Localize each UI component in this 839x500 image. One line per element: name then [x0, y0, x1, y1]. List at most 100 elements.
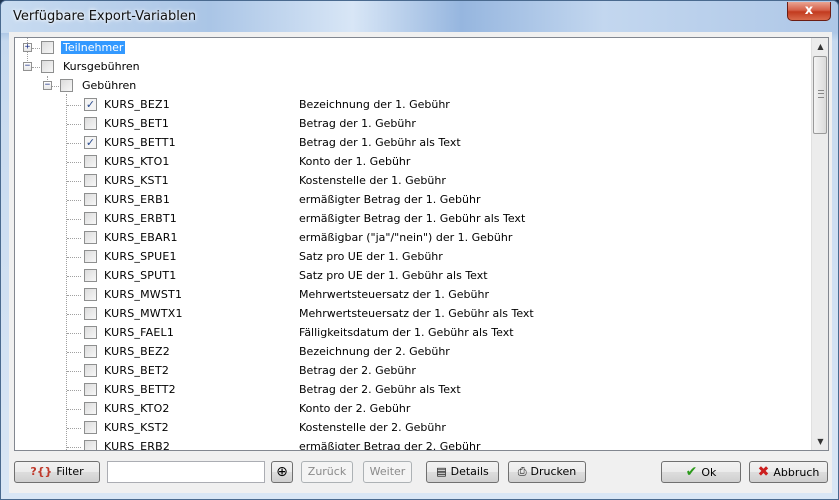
tree-node-label[interactable]: Gebühren: [82, 79, 136, 92]
variable-name: KURS_EBAR1: [104, 231, 178, 244]
cancel-button-label: Abbruch: [773, 466, 820, 479]
collapse-icon[interactable]: −: [23, 62, 32, 71]
tree-checkbox[interactable]: [84, 364, 97, 377]
tree-item-row[interactable]: KURS_ERB1 ermäßigter Betrag der 1. Gebühr: [15, 191, 811, 210]
expand-icon[interactable]: +: [23, 43, 32, 52]
tree-checkbox[interactable]: [84, 440, 97, 450]
variable-description: Mehrwertsteuersatz der 1. Gebühr: [299, 288, 489, 301]
tree-item-row[interactable]: KURS_BETT2 Betrag der 2. Gebühr als Text: [15, 381, 811, 400]
tree-checkbox[interactable]: [84, 307, 97, 320]
variable-description: ermäßigbar ("ja"/"nein") der 1. Gebühr: [299, 231, 513, 244]
tree-node-kursgebuehren[interactable]: − Kursgebühren: [15, 58, 811, 77]
tree-item-row[interactable]: KURS_FAEL1 Fälligkeitsdatum der 1. Gebühr…: [15, 324, 811, 343]
tree-checkbox[interactable]: [84, 326, 97, 339]
details-icon: ▤: [436, 465, 447, 478]
details-button-label: Details: [450, 465, 489, 478]
tree-item-row[interactable]: KURS_SPUT1 Satz pro UE der 1. Gebühr als …: [15, 267, 811, 286]
variable-name: KURS_BETT1: [104, 136, 176, 149]
tree-checkbox[interactable]: [84, 383, 97, 396]
filter-input[interactable]: [107, 461, 265, 483]
checked-checkbox[interactable]: ✓: [84, 136, 97, 149]
tree-item-row[interactable]: KURS_KST1 Kostenstelle der 1. Gebühr: [15, 172, 811, 191]
tree-item-row[interactable]: KURS_EBAR1 ermäßigbar ("ja"/"nein") der 1…: [15, 229, 811, 248]
tree-connector-h: [67, 143, 81, 144]
tree-checkbox[interactable]: [84, 193, 97, 206]
search-button[interactable]: ⊕: [271, 461, 293, 483]
tree-item-row[interactable]: KURS_BEZ2 Bezeichnung der 2. Gebühr: [15, 343, 811, 362]
window-title: Verfügbare Export-Variablen: [13, 9, 197, 24]
tree-connector-h: [32, 48, 40, 49]
ok-button-label: Ok: [701, 466, 717, 479]
tree-checkbox[interactable]: [84, 155, 97, 168]
tree-node-label[interactable]: Teilnehmer: [61, 41, 126, 54]
checked-checkbox[interactable]: ✓: [84, 98, 97, 111]
print-button[interactable]: ⎙ Drucken: [508, 461, 586, 483]
variable-description: Kostenstelle der 2. Gebühr: [299, 421, 446, 434]
tree-checkbox[interactable]: [60, 79, 73, 92]
tree-connector-h: [67, 333, 81, 334]
vertical-scrollbar[interactable]: ▲ ▼: [811, 38, 828, 450]
export-variables-dialog: Verfügbare Export-Variablen x + Teilnehm…: [0, 0, 839, 500]
grip-icon: [818, 90, 824, 98]
tree-item-row[interactable]: KURS_ERB2 ermäßigter Betrag der 2. Gebühr: [15, 438, 811, 450]
tree-connector-h: [67, 257, 81, 258]
variable-name: KURS_KST1: [104, 174, 169, 187]
tree-item-row[interactable]: KURS_MWTX1 Mehrwertsteuersatz der 1. Gebü…: [15, 305, 811, 324]
tree-checkbox[interactable]: [84, 250, 97, 263]
bottom-toolbar: ?{} Filter ⊕ Zurück Weiter ▤ Details ⎙ Druc…: [9, 456, 832, 493]
tree-checkbox[interactable]: [41, 41, 54, 54]
tree-checkbox[interactable]: [84, 174, 97, 187]
variable-name: KURS_BEZ1: [104, 98, 170, 111]
tree-item-row[interactable]: KURS_BET2 Betrag der 2. Gebühr: [15, 362, 811, 381]
tree-item-row[interactable]: KURS_KST2 Kostenstelle der 2. Gebühr: [15, 419, 811, 438]
variable-description: Konto der 2. Gebühr: [299, 402, 411, 415]
tree-connector-h: [67, 314, 81, 315]
details-button[interactable]: ▤ Details: [426, 461, 499, 483]
variable-name: KURS_KTO2: [104, 402, 170, 415]
tree-connector-h: [67, 447, 81, 448]
title-bar[interactable]: Verfügbare Export-Variablen x: [1, 1, 838, 33]
tree-item-row[interactable]: ✓ KURS_BETT1 Betrag der 1. Gebühr als Text: [15, 134, 811, 153]
tree-node-teilnehmer[interactable]: + Teilnehmer: [15, 39, 811, 58]
variable-description: Mehrwertsteuersatz der 1. Gebühr als Tex…: [299, 307, 534, 320]
tree-item-row[interactable]: ✓ KURS_BEZ1 Bezeichnung der 1. Gebühr: [15, 96, 811, 115]
tree-item-row[interactable]: KURS_BET1 Betrag der 1. Gebühr: [15, 115, 811, 134]
tree-connector-h: [32, 67, 40, 68]
tree-item-row[interactable]: KURS_ERBT1 ermäßigter Betrag der 1. Gebüh…: [15, 210, 811, 229]
back-button[interactable]: Zurück: [301, 461, 353, 483]
tree-content: + Teilnehmer − Kursgebühren − Gebühren ✓…: [15, 38, 811, 450]
tree-node-gebuehren[interactable]: − Gebühren: [15, 77, 811, 96]
variable-tree: + Teilnehmer − Kursgebühren − Gebühren ✓…: [14, 37, 829, 451]
variable-name: KURS_SPUT1: [104, 269, 177, 282]
tree-connector-h: [67, 181, 81, 182]
tree-checkbox[interactable]: [41, 60, 54, 73]
ok-button[interactable]: ✔ Ok: [661, 461, 741, 483]
cancel-button[interactable]: ✖ Abbruch: [749, 461, 828, 483]
tree-checkbox[interactable]: [84, 231, 97, 244]
tree-item-row[interactable]: KURS_MWST1 Mehrwertsteuersatz der 1. Gebü…: [15, 286, 811, 305]
variable-description: Betrag der 1. Gebühr als Text: [299, 136, 461, 149]
tree-checkbox[interactable]: [84, 117, 97, 130]
close-button[interactable]: x: [787, 2, 831, 21]
tree-connector-h: [67, 276, 81, 277]
variable-name: KURS_ERB2: [104, 440, 171, 450]
tree-item-row[interactable]: KURS_KTO2 Konto der 2. Gebühr: [15, 400, 811, 419]
tree-checkbox[interactable]: [84, 402, 97, 415]
scrollbar-thumb[interactable]: [813, 56, 827, 134]
next-button[interactable]: Weiter: [363, 461, 412, 483]
tree-node-label[interactable]: Kursgebühren: [63, 60, 140, 73]
tree-item-row[interactable]: KURS_KTO1 Konto der 1. Gebühr: [15, 153, 811, 172]
tree-checkbox[interactable]: [84, 345, 97, 358]
scroll-down-icon[interactable]: ▼: [812, 433, 828, 450]
tree-connector-h: [67, 352, 81, 353]
tree-checkbox[interactable]: [84, 269, 97, 282]
variable-name: KURS_BET2: [104, 364, 170, 377]
tree-checkbox[interactable]: [84, 212, 97, 225]
tree-checkbox[interactable]: [84, 288, 97, 301]
variable-description: ermäßigter Betrag der 1. Gebühr als Text: [299, 212, 526, 225]
filter-button[interactable]: ?{} Filter: [14, 461, 100, 483]
tree-checkbox[interactable]: [84, 421, 97, 434]
tree-item-row[interactable]: KURS_SPUE1 Satz pro UE der 1. Gebühr: [15, 248, 811, 267]
collapse-icon[interactable]: −: [43, 81, 52, 90]
scroll-up-icon[interactable]: ▲: [812, 38, 828, 55]
